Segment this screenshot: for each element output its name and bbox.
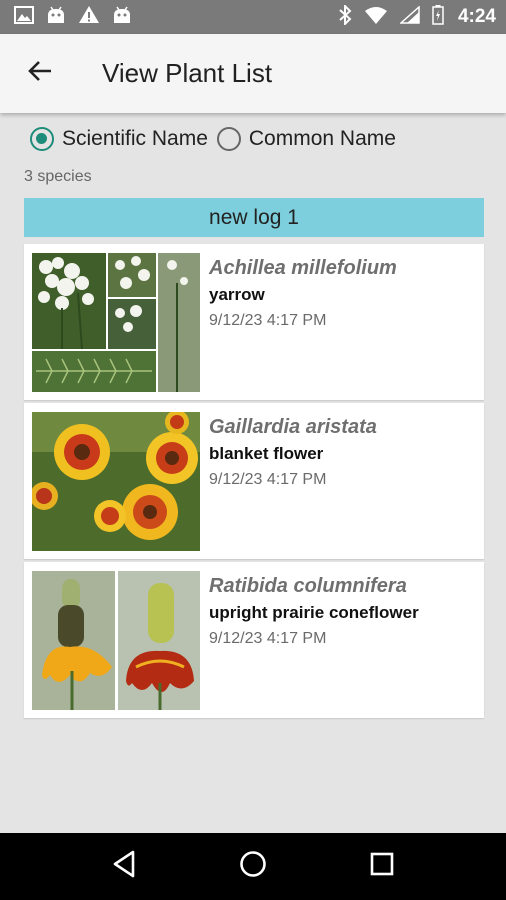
plant-thumbnail-yarrow [32,253,200,392]
home-circle-icon [239,850,267,883]
radio-label-scientific: Scientific Name [62,127,208,150]
name-toggle: Scientific Name Common Name [30,122,396,156]
back-button[interactable] [0,34,80,113]
radio-unchecked-icon [216,127,241,151]
plant-info: Achillea millefolium yarrow 9/12/23 4:17… [209,256,397,332]
plant-info: Ratibida columnifera upright prairie con… [209,574,419,650]
status-right-icons: 4:24 [338,3,496,30]
recents-square-icon [369,851,395,882]
status-time: 4:24 [457,6,496,27]
log-header[interactable]: new log 1 [24,198,484,237]
warning-icon [78,5,100,29]
scientific-name: Ratibida columnifera [209,575,407,597]
scientific-name: Achillea millefolium [209,257,397,279]
status-bar: 4:24 [0,0,506,34]
radio-label-common: Common Name [248,127,396,150]
page-title: View Plant List [102,58,273,88]
plant-thumbnail-coneflower [32,571,200,710]
scientific-name: Gaillardia aristata [209,416,377,438]
app-bar: View Plant List [0,34,506,113]
plant-list: Achillea millefolium yarrow 9/12/23 4:17… [24,244,484,721]
log-date: 9/12/23 4:17 PM [209,312,327,329]
navigation-bar [0,833,506,900]
signal-icon [398,4,420,29]
nav-recents-button[interactable] [352,837,412,897]
wifi-icon [364,6,388,29]
common-name: blanket flower [209,444,324,463]
log-date: 9/12/23 4:17 PM [209,471,327,488]
nav-home-button[interactable] [223,837,283,897]
back-triangle-icon [111,850,137,883]
nav-back-button[interactable] [94,837,154,897]
radio-common-name[interactable]: Common Name [216,127,396,151]
plant-info: Gaillardia aristata blanket flower 9/12/… [209,415,377,491]
plant-card[interactable]: Achillea millefolium yarrow 9/12/23 4:17… [24,244,484,400]
status-left-icons [14,5,132,29]
android-icon [46,6,66,29]
common-name: yarrow [209,285,265,304]
plant-card[interactable]: Gaillardia aristata blanket flower 9/12/… [24,403,484,559]
plant-thumbnail-blanket-flower [32,412,200,551]
arrow-back-icon [27,59,53,88]
species-count: 3 species [24,168,92,185]
bluetooth-icon [338,3,352,30]
battery-icon [432,4,444,30]
image-icon [14,5,34,29]
android-icon [112,6,132,29]
common-name: upright prairie coneflower [209,603,419,622]
radio-scientific-name[interactable]: Scientific Name [30,127,208,151]
plant-card[interactable]: Ratibida columnifera upright prairie con… [24,562,484,718]
radio-checked-icon [30,127,54,151]
log-date: 9/12/23 4:17 PM [209,630,327,647]
